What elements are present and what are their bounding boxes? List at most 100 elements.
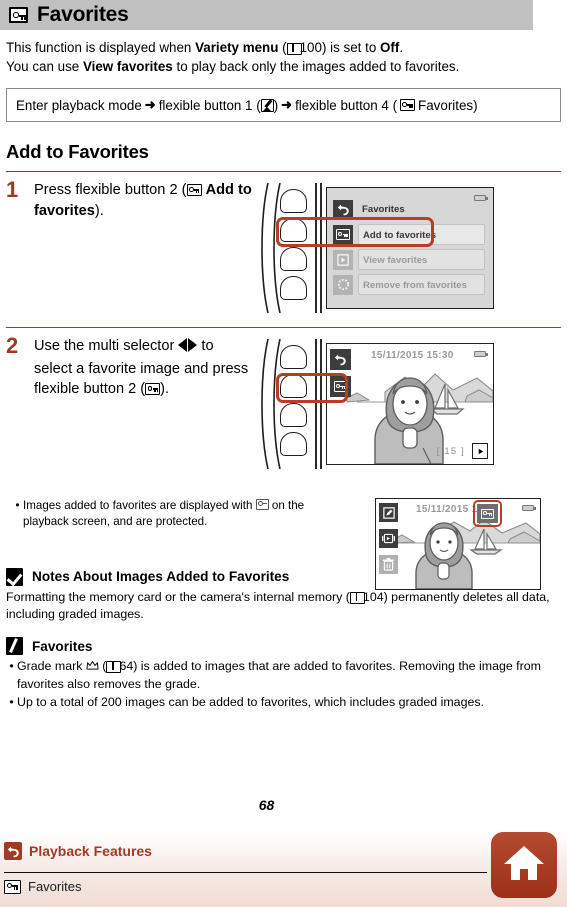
- step-1-text: Press flexible button 2 ( Add to favorit…: [34, 179, 252, 221]
- menu-label-view-favorites: View favorites: [358, 249, 485, 270]
- flexible-button-3[interactable]: [280, 403, 307, 427]
- intro-line-1: This function is displayed when Variety …: [6, 39, 557, 58]
- tip-b1-a: Grade mark: [17, 659, 86, 674]
- footer-divider: [4, 872, 487, 874]
- battery-icon: [522, 505, 536, 511]
- intro-paragraph: This function is displayed when Variety …: [6, 39, 557, 76]
- play-icon[interactable]: [472, 443, 488, 459]
- camera-lcd-playback: 15/11/2015 15:30 [ 15 ]: [326, 343, 494, 465]
- step-1: 1 Press flexible button 2 ( Add to favor…: [6, 171, 561, 319]
- list-item: • Up to a total of 200 images can be add…: [6, 694, 561, 711]
- key-favorites-icon-step2: [145, 383, 161, 395]
- path-segment-playback-mode: Enter playback mode: [16, 97, 142, 113]
- tip-heading: Favorites: [6, 637, 561, 656]
- view-favorites-term: View favorites: [82, 58, 173, 74]
- page-number: 68: [258, 797, 275, 813]
- tip-bullets: • Grade mark (64) is added to images tha…: [6, 658, 561, 711]
- notes-page-ref: 104: [362, 589, 384, 604]
- page-ref-number: 100: [299, 40, 322, 55]
- flexible-button-3[interactable]: [280, 247, 307, 271]
- flexible-button-4[interactable]: [280, 432, 307, 456]
- edit-icon-lcd[interactable]: [379, 503, 398, 522]
- tip-bullet-1-text: Grade mark (64) is added to images that …: [17, 658, 561, 693]
- menu-row-remove-from-favorites[interactable]: Remove from favorites: [333, 274, 485, 295]
- menu-row-add-to-favorites[interactable]: Add to favorites: [333, 224, 485, 245]
- favorites-badge-highlighted: [477, 504, 498, 523]
- book-page-ref-icon: [106, 661, 122, 674]
- bullet-text: Images added to favorites are displayed …: [23, 498, 332, 530]
- footer-back-link[interactable]: Playback Features: [4, 842, 152, 860]
- home-button[interactable]: [491, 832, 557, 898]
- dotted-circle-icon: [333, 274, 353, 295]
- step-2-text-a: Use the multi selector: [34, 338, 179, 354]
- bullet-dot: •: [9, 695, 14, 710]
- tip-b1-page: 64: [119, 659, 134, 674]
- intro-period: .: [399, 40, 404, 55]
- bullet-dot: •: [9, 659, 14, 674]
- back-arrow-icon[interactable]: [330, 349, 351, 370]
- step-2-number: 2: [6, 333, 19, 358]
- playback-frame-counter: [ 15 ]: [436, 446, 465, 457]
- flexible-button-4[interactable]: [280, 276, 307, 300]
- playback-scene-image: [327, 344, 493, 464]
- step-2-text-c: ).: [160, 381, 170, 397]
- intro-text: This function is displayed when: [6, 40, 196, 55]
- notes-body: Formatting the memory card or the camera…: [6, 589, 561, 624]
- path-segment-flex-1: flexible button 1 (: [158, 97, 261, 113]
- off-term: Off: [380, 40, 400, 55]
- menu-row-title: Favorites: [333, 199, 485, 220]
- slideshow-icon-lcd[interactable]: [379, 529, 398, 548]
- intro-text-3: You can use: [6, 58, 83, 74]
- key-favorites-icon-lcd[interactable]: [330, 376, 351, 397]
- bullet-text-a: Images added to favorites are displayed …: [23, 498, 256, 512]
- path-segment-flex-4: flexible button 4 (: [295, 97, 398, 113]
- crown-grade-icon: [86, 660, 99, 671]
- menu-label-add-to-favorites: Add to favorites: [358, 224, 485, 245]
- key-favorites-icon-footer: [4, 879, 21, 894]
- navigation-path-box: Enter playback mode ➜ flexible button 1 …: [6, 88, 561, 122]
- battery-icon: [474, 351, 488, 357]
- back-arrow-icon[interactable]: [333, 199, 353, 220]
- camera-seam-line-4: [320, 339, 322, 469]
- favorites-badge-icon: [255, 498, 269, 510]
- multi-selector-left-right-icon: [178, 338, 198, 359]
- footer-current-topic: Favorites: [4, 879, 81, 894]
- step-1-text-a: Press flexible button 2 (: [34, 182, 187, 198]
- section-heading: Add to Favorites: [6, 141, 149, 162]
- back-arrow-icon: [4, 842, 22, 860]
- key-favorites-icon-menu: [333, 224, 353, 245]
- camera-seam-line-1: [315, 183, 317, 313]
- intro-text-2: ) is set to: [321, 40, 380, 55]
- play-icon: [333, 249, 353, 270]
- camera-flexible-buttons-2: [280, 345, 316, 461]
- path-segment-favorites-label: Favorites): [418, 97, 478, 113]
- tip-title: Favorites: [32, 638, 93, 654]
- flexible-button-1[interactable]: [280, 345, 307, 369]
- key-favorites-icon: [9, 7, 28, 23]
- path-arrow-icon-1: ➜: [144, 97, 156, 112]
- intro-text-4: to play back only the images added to fa…: [172, 58, 460, 74]
- menu-label-remove-from-favorites: Remove from favorites: [358, 274, 485, 295]
- page-header: Favorites: [0, 0, 533, 30]
- list-item: • Grade mark (64) is added to images tha…: [6, 658, 561, 693]
- home-icon: [502, 843, 546, 888]
- playback-date-time: 15/11/2015 15:30: [371, 350, 454, 361]
- notes-body-a: Formatting the memory card or the camera…: [6, 589, 350, 604]
- camera-flexible-buttons-1: [280, 189, 316, 305]
- footer-back-label: Playback Features: [29, 843, 152, 859]
- flexible-button-1[interactable]: [280, 189, 307, 213]
- step-2-illustration: 15/11/2015 15:30 [ 15 ]: [252, 335, 561, 469]
- flexible-button-2[interactable]: [280, 218, 307, 242]
- bullet-dot: •: [15, 498, 20, 512]
- intro-line-2: You can use View favorites to play back …: [6, 58, 557, 77]
- tip-bullet-2-text: Up to a total of 200 images can be added…: [17, 695, 484, 710]
- key-favorites-icon-inline: [400, 99, 416, 111]
- camera-seam-line-2: [320, 183, 322, 313]
- menu-row-view-favorites[interactable]: View favorites: [333, 249, 485, 270]
- book-page-ref-icon: [349, 591, 365, 604]
- book-page-ref-icon: [286, 43, 302, 55]
- flexible-button-2[interactable]: [280, 374, 307, 398]
- trash-icon-lcd[interactable]: [379, 555, 398, 574]
- bullet-item: • Images added to favorites are displaye…: [12, 498, 332, 530]
- step-1-number: 1: [6, 177, 19, 202]
